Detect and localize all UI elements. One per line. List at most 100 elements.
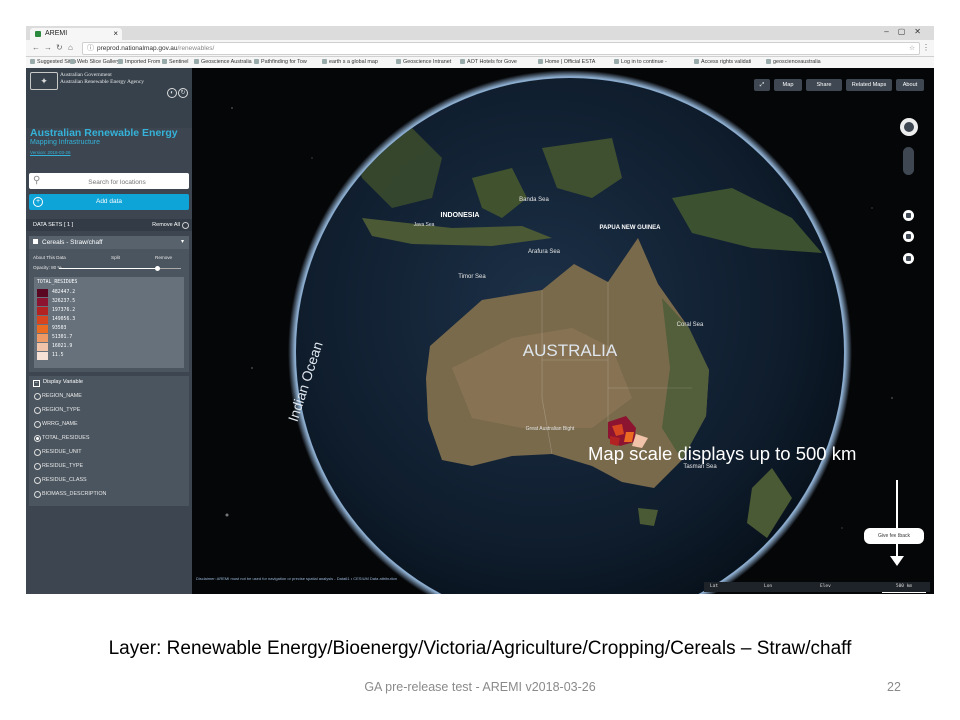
- disclaimer-text[interactable]: Disclaimer: AREMI must not be used for n…: [196, 576, 397, 581]
- display-variable-option[interactable]: TOTAL_RESIDUES: [34, 434, 89, 442]
- bookmark-item[interactable]: Geoscience Intranet: [396, 57, 451, 68]
- legend-label: 326237.5: [52, 299, 76, 304]
- radio-button[interactable]: [34, 449, 41, 456]
- display-variable-option[interactable]: RESIDUE_CLASS: [34, 476, 87, 484]
- bookmark-item[interactable]: Pathfinding for Tow: [254, 57, 307, 68]
- tab-close-icon[interactable]: ×: [113, 28, 118, 40]
- map-label-indonesia: INDONESIA: [441, 212, 480, 219]
- locate-icon: [906, 213, 911, 218]
- url-text: preprod.nationalmap.gov.au/renewables/: [97, 43, 214, 54]
- tab-aremi[interactable]: AREMI ×: [30, 28, 122, 40]
- legend-label: 11.5: [52, 353, 64, 358]
- measure-control[interactable]: [903, 253, 914, 264]
- expand-button[interactable]: ⤢: [754, 79, 770, 91]
- version-link[interactable]: Version: 2018-03-26: [30, 150, 71, 155]
- display-variable-option[interactable]: BIOMASS_DESCRIPTION: [34, 490, 106, 498]
- map-button[interactable]: Map: [774, 79, 802, 91]
- bookmark-item[interactable]: Geoscience Australia: [194, 57, 252, 68]
- display-variable-option[interactable]: RESIDUE_UNIT: [34, 448, 82, 456]
- related-maps-button[interactable]: Related Maps: [846, 79, 892, 91]
- share-button[interactable]: Share: [806, 79, 842, 91]
- opacity-fill: [59, 268, 157, 269]
- legend-swatch: [37, 352, 48, 360]
- map-label-timor-sea: Timor Sea: [458, 274, 486, 280]
- legend-label: 197376.2: [52, 308, 76, 313]
- display-variable-option[interactable]: REGION_NAME: [34, 392, 82, 400]
- search-input[interactable]: [47, 175, 187, 189]
- radio-button[interactable]: [34, 393, 41, 400]
- map-view[interactable]: INDONESIA PAPUA NEW GUINEA AUSTRALIA Indian…: [192, 68, 934, 594]
- about-data-link[interactable]: About This Data: [33, 254, 66, 262]
- radio-button[interactable]: [34, 407, 41, 414]
- layer-visibility-checkbox[interactable]: [33, 239, 38, 244]
- option-label: REGION_NAME: [42, 393, 82, 399]
- bookmark-item[interactable]: geoscienceaustralia: [766, 57, 821, 68]
- remove-all-icon[interactable]: [182, 222, 189, 229]
- split-link[interactable]: Split: [111, 254, 120, 262]
- browser-menu-icon[interactable]: ⋮: [922, 42, 930, 54]
- display-variable-option[interactable]: WRRG_NAME: [34, 420, 78, 428]
- bookmark-item[interactable]: Log in to continue -: [614, 57, 667, 68]
- arena-logo-icon: ◐: [167, 88, 177, 98]
- bookmark-star-icon[interactable]: ☆: [909, 43, 915, 54]
- about-button[interactable]: About: [896, 79, 924, 91]
- legend: TOTAL_RESIDUES 482447.2 326237.5 197376.2 1…: [34, 277, 184, 368]
- locate-control[interactable]: [903, 210, 914, 221]
- radio-button[interactable]: [34, 463, 41, 470]
- bookmark-item[interactable]: Sentinel: [162, 57, 188, 68]
- layer-actions: About This Data Split Remove: [29, 254, 189, 262]
- forward-icon[interactable]: →: [44, 42, 52, 54]
- bookmark-item[interactable]: earth s a global map: [322, 57, 378, 68]
- sidebar: ✦ Australian Government Australian Renew…: [26, 68, 192, 594]
- radio-button[interactable]: [34, 491, 41, 498]
- radio-button[interactable]: [34, 477, 41, 484]
- display-variable-option[interactable]: RESIDUE_TYPE: [34, 462, 83, 470]
- aremi-favicon: [35, 31, 41, 37]
- opacity-slider[interactable]: [59, 266, 181, 271]
- remove-all-button[interactable]: Remove All: [152, 219, 180, 231]
- add-data-button[interactable]: + Add data: [29, 194, 189, 210]
- display-variable-heading[interactable]: − Display Variable: [33, 379, 83, 387]
- legend-swatch: [37, 343, 48, 351]
- slide-caption: Layer: Renewable Energy/Bioenergy/Victor…: [108, 638, 852, 659]
- location-search[interactable]: ⚲: [29, 173, 189, 189]
- remove-layer-link[interactable]: Remove: [155, 254, 172, 262]
- compass-icon: [904, 122, 914, 132]
- legend-swatch: [37, 307, 48, 315]
- layer-header[interactable]: Cereals - Straw/chaff ▾: [29, 236, 189, 249]
- gov-line-1: Australian Government: [60, 72, 112, 78]
- compass-control[interactable]: [900, 118, 918, 136]
- split-control[interactable]: [903, 231, 914, 242]
- bookmark-item[interactable]: AOT Hotels for Gove: [460, 57, 517, 68]
- bookmark-label: Geoscience Intranet: [403, 59, 452, 65]
- radio-button[interactable]: [34, 435, 41, 442]
- home-icon[interactable]: ⌂: [68, 42, 73, 54]
- back-icon[interactable]: ←: [32, 42, 40, 54]
- give-feedback-button[interactable]: Give feedback: [864, 528, 924, 544]
- bookmark-label: geoscienceaustralia: [773, 59, 821, 65]
- bookmark-item[interactable]: Access rights validati: [694, 57, 751, 68]
- related-maps-label: Related Maps: [851, 82, 887, 88]
- search-icon: ⚲: [33, 175, 41, 186]
- zoom-control[interactable]: [903, 147, 914, 175]
- display-variable-option[interactable]: REGION_TYPE: [34, 406, 80, 414]
- bookmark-item[interactable]: Imported From IE: [118, 57, 167, 68]
- bookmark-item[interactable]: Home | Official ESTA: [538, 57, 595, 68]
- app-subtitle: Mapping Infrastructure: [30, 139, 101, 146]
- slide-page-number: 22: [887, 680, 901, 694]
- location-status-bar: Lat Lon Elev 500 km: [704, 582, 930, 593]
- bookmark-item[interactable]: Web Slice Gallery: [70, 57, 120, 68]
- opacity-handle[interactable]: [154, 266, 160, 271]
- globe-map[interactable]: INDONESIAPAPUA NEW GUINEAAUSTRALIAIndian…: [192, 68, 934, 594]
- share-circle-icon[interactable]: ↻: [178, 88, 188, 98]
- collapse-icon[interactable]: −: [33, 380, 40, 387]
- latitude-label: Lat: [710, 584, 719, 589]
- window-controls[interactable]: ‒▢✕: [884, 26, 930, 38]
- address-bar[interactable]: ⓘ preprod.nationalmap.gov.au/renewables/…: [82, 42, 920, 55]
- chevron-down-icon[interactable]: ▾: [181, 236, 184, 249]
- info-icon[interactable]: ⓘ: [87, 43, 94, 54]
- reload-icon[interactable]: ↻: [56, 42, 63, 54]
- bookmark-label: AOT Hotels for Gove: [467, 59, 517, 65]
- radio-button[interactable]: [34, 421, 41, 428]
- bookmark-label: Web Slice Gallery: [77, 59, 120, 65]
